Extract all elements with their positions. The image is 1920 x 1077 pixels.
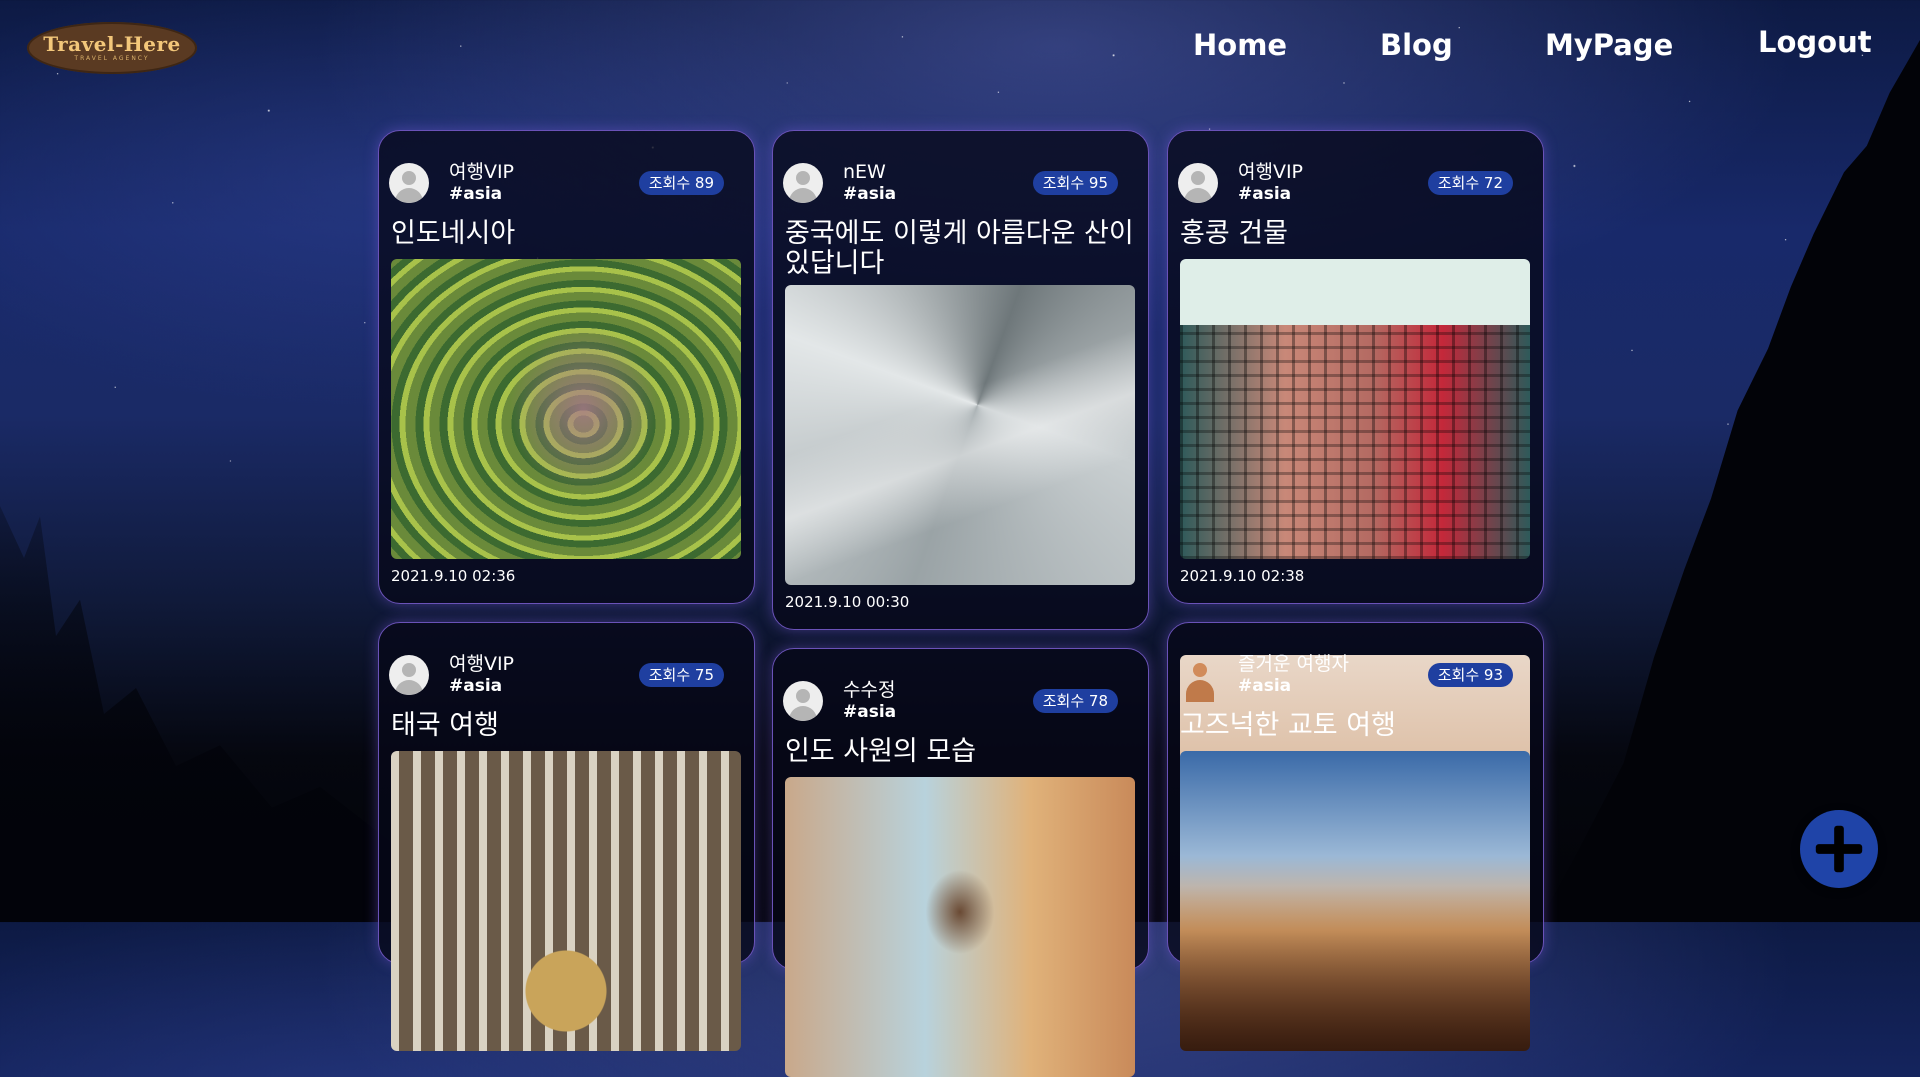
view-count-badge: 조회수 78 bbox=[1032, 689, 1118, 713]
post-card[interactable]: 즐거운 여행자 #asia 조회수 93 고즈넉한 교토 여행 bbox=[1167, 622, 1544, 1051]
view-count-badge: 조회수 75 bbox=[638, 663, 724, 687]
post-card[interactable]: 여행VIP #asia 조회수 72 홍콩 건물 2021.9.10 02:38 bbox=[1167, 130, 1544, 604]
logo-title: Travel-Here bbox=[43, 32, 181, 56]
plus-icon bbox=[1815, 825, 1863, 873]
view-count-badge: 조회수 72 bbox=[1427, 171, 1513, 195]
post-date: 2021.9.10 00:30 bbox=[785, 593, 910, 611]
post-tag[interactable]: #asia bbox=[1238, 184, 1291, 204]
post-author: 여행VIP bbox=[449, 161, 515, 183]
view-count-badge: 조회수 89 bbox=[638, 171, 724, 195]
post-author: nEW bbox=[843, 161, 886, 183]
post-tag[interactable]: #asia bbox=[1238, 676, 1291, 696]
avatar bbox=[389, 163, 429, 203]
post-title[interactable]: 중국에도 이렇게 아름다운 산이 있답니다 bbox=[785, 219, 1135, 279]
nav-home[interactable]: Home bbox=[1193, 28, 1287, 62]
post-tag[interactable]: #asia bbox=[449, 676, 502, 696]
post-date: 2021.9.10 02:38 bbox=[1180, 567, 1305, 585]
tree-silhouette-left bbox=[0, 506, 400, 922]
post-card[interactable]: nEW #asia 조회수 95 중국에도 이렇게 아름다운 산이 있답니다 2… bbox=[772, 130, 1149, 630]
nav-mypage[interactable]: MyPage bbox=[1545, 28, 1673, 62]
post-image[interactable] bbox=[1180, 751, 1530, 1051]
post-image[interactable] bbox=[785, 777, 1135, 1077]
add-post-button[interactable] bbox=[1800, 810, 1878, 888]
post-author: 여행VIP bbox=[449, 653, 515, 675]
post-image[interactable] bbox=[391, 259, 741, 559]
avatar bbox=[783, 681, 823, 721]
nav-blog[interactable]: Blog bbox=[1380, 28, 1453, 62]
post-title[interactable]: 홍콩 건물 bbox=[1180, 219, 1530, 249]
post-image[interactable] bbox=[785, 285, 1135, 585]
view-count-badge: 조회수 95 bbox=[1032, 171, 1118, 195]
post-title[interactable]: 태국 여행 bbox=[391, 711, 741, 741]
post-title[interactable]: 고즈넉한 교토 여행 bbox=[1180, 711, 1530, 741]
post-card[interactable]: 여행VIP #asia 조회수 89 인도네시아 2021.9.10 02:36 bbox=[378, 130, 755, 604]
post-tag[interactable]: #asia bbox=[449, 184, 502, 204]
avatar bbox=[783, 163, 823, 203]
post-title[interactable]: 인도 사원의 모습 bbox=[785, 737, 1135, 767]
tree-silhouette-right bbox=[1540, 40, 1920, 922]
post-title[interactable]: 인도네시아 bbox=[391, 219, 741, 249]
view-count-badge: 조회수 93 bbox=[1427, 663, 1513, 687]
post-tag[interactable]: #asia bbox=[843, 184, 896, 204]
post-card[interactable]: 여행VIP #asia 조회수 75 태국 여행 bbox=[378, 622, 755, 1051]
logo-subtitle: TRAVEL AGENCY bbox=[74, 55, 150, 62]
post-author: 여행VIP bbox=[1238, 161, 1304, 183]
post-image[interactable] bbox=[1180, 259, 1530, 559]
post-author: 즐거운 여행자 bbox=[1238, 653, 1349, 675]
avatar bbox=[1178, 163, 1218, 203]
post-tag[interactable]: #asia bbox=[843, 702, 896, 722]
avatar bbox=[389, 655, 429, 695]
post-image[interactable] bbox=[391, 751, 741, 1051]
post-author: 수수정 bbox=[843, 679, 896, 701]
post-date: 2021.9.10 02:36 bbox=[391, 567, 516, 585]
travel-here-logo[interactable]: Travel-Here TRAVEL AGENCY bbox=[27, 22, 197, 74]
nav-logout[interactable]: Logout bbox=[1758, 25, 1872, 59]
